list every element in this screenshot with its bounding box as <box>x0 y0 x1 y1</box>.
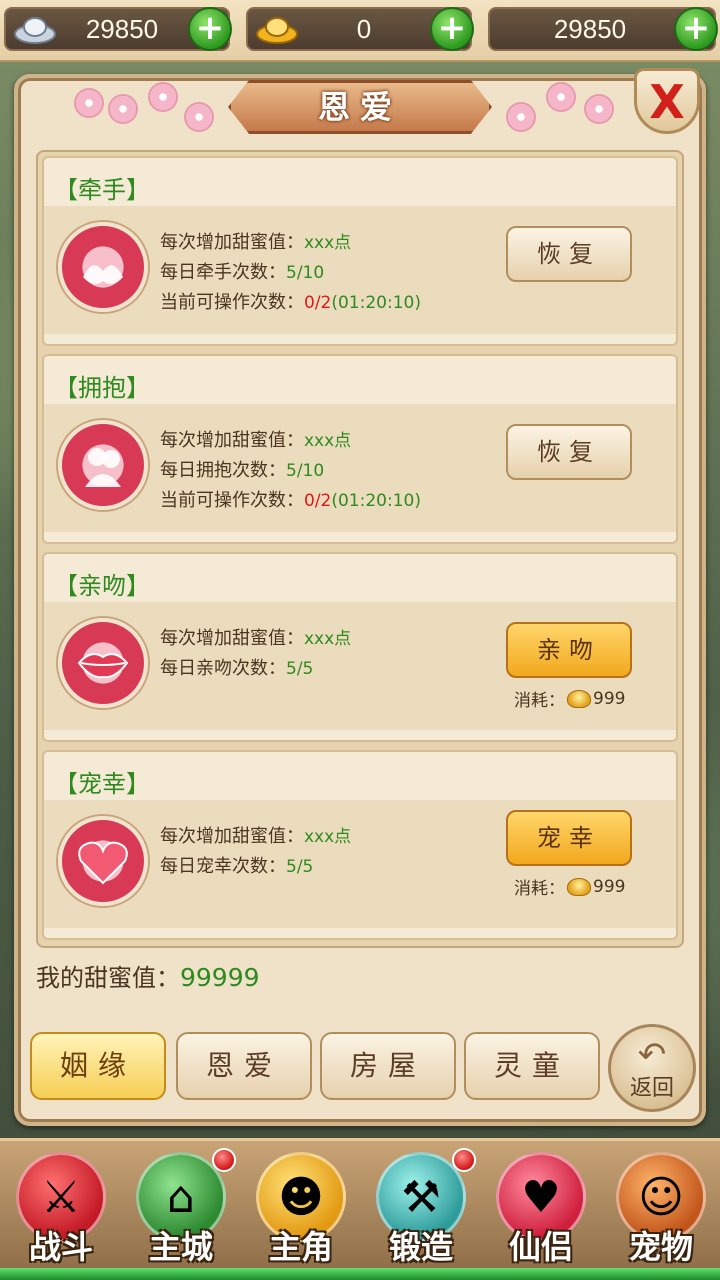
nav-forge[interactable]: ⚒ 锻造 <box>366 1146 476 1270</box>
card-heading: 【拥抱】 <box>54 374 150 402</box>
back-label: 返回 <box>629 1076 674 1101</box>
nav-hero[interactable]: ☻ 主角 <box>246 1146 356 1270</box>
tab-affection[interactable]: 恩爱 <box>176 1032 312 1100</box>
tab-house[interactable]: 房屋 <box>320 1032 456 1100</box>
sweet-gain-value: xxx点 <box>304 431 352 451</box>
gold-currency: 0 + <box>246 7 474 51</box>
nav-companion[interactable]: ♥ 仙侣 <box>486 1146 596 1270</box>
card-heading: 【牵手】 <box>54 176 150 204</box>
blossom-icon <box>110 96 136 122</box>
silver-amount: 29850 <box>85 14 159 44</box>
sweet-gain-label: 每次增加甜蜜值： <box>160 826 304 847</box>
nav-pet[interactable]: ☺ 宠物 <box>606 1146 716 1270</box>
add-silver-button[interactable]: + <box>188 7 232 51</box>
sweet-gain-value: xxx点 <box>304 827 352 847</box>
blossom-icon <box>186 104 212 130</box>
currency-bar: 29850 + 0 + 29850 + <box>0 0 720 62</box>
cost-label: 消耗： <box>514 879 565 899</box>
daily-count-label: 每日亲吻次数： <box>160 658 286 679</box>
holding-hands-icon <box>58 222 148 312</box>
heart-icon <box>58 816 148 906</box>
gold-amount: 0 <box>356 14 372 44</box>
hug-icon <box>58 420 148 510</box>
list-item-hug: 【拥抱】 每次增加甜蜜值：xxx点 每日拥抱次数：5/10 当前可操作次数：0/… <box>42 354 678 544</box>
cost-display: 消耗： 999 <box>514 686 626 712</box>
blossom-icon <box>548 84 574 110</box>
silver-ingot-icon <box>12 12 58 46</box>
nav-label: 宠物 <box>628 1228 693 1266</box>
daily-count-label: 每日牵手次数： <box>160 262 286 283</box>
daily-count-value: 5/5 <box>286 659 314 679</box>
available-count-value: 0/2 <box>304 491 332 511</box>
sweet-gain-value: xxx点 <box>304 629 352 649</box>
back-button[interactable]: ↶ 返回 <box>608 1024 696 1112</box>
list-item-favor: 【宠幸】 每次增加甜蜜值：xxx点 每日宠幸次数：5/5 宠幸 消耗： 999 <box>42 750 678 940</box>
gold-ingot-icon <box>254 12 300 46</box>
cost-label: 消耗： <box>514 691 565 711</box>
available-count-value: 0/2 <box>304 293 332 313</box>
cooldown-timer: (01:20:10) <box>331 491 421 511</box>
list-item-kiss: 【亲吻】 每次增加甜蜜值：xxx点 每日亲吻次数：5/5 亲吻 消耗： 999 <box>42 552 678 742</box>
available-count-label: 当前可操作次数： <box>160 490 304 511</box>
daily-count-value: 5/10 <box>286 461 325 481</box>
sweet-gain-label: 每次增加甜蜜值： <box>160 232 304 253</box>
card-heading: 【亲吻】 <box>54 572 150 600</box>
blossom-icon <box>508 104 534 130</box>
kiss-button[interactable]: 亲吻 <box>506 622 632 678</box>
other-currency: 29850 + <box>488 7 718 51</box>
cost-value: 999 <box>593 688 626 709</box>
list-item-hold-hands: 【牵手】 每次增加甜蜜值：xxx点 每日牵手次数：5/10 当前可操作次数：0/… <box>42 156 678 346</box>
other-amount: 29850 <box>553 14 627 44</box>
gold-ingot-icon <box>567 689 591 708</box>
daily-count-value: 5/5 <box>286 857 314 877</box>
sweet-gain-value: xxx点 <box>304 233 352 253</box>
sweet-gain-label: 每次增加甜蜜值： <box>160 628 304 649</box>
cooldown-timer: (01:20:10) <box>331 293 421 313</box>
tab-spirit-child[interactable]: 灵童 <box>464 1032 600 1100</box>
notification-dot <box>212 1148 236 1172</box>
gold-ingot-icon <box>567 877 591 896</box>
nav-label: 主城 <box>148 1228 213 1266</box>
sweetness-display: 我的甜蜜值：99999 <box>36 958 260 993</box>
experience-bar <box>0 1268 720 1280</box>
blossom-icon <box>76 90 102 116</box>
nav-label: 仙侣 <box>508 1228 573 1266</box>
silver-currency: 29850 + <box>4 7 232 51</box>
nav-main-city[interactable]: ⌂ 主城 <box>126 1146 236 1270</box>
blossom-icon <box>150 84 176 110</box>
nav-label: 锻造 <box>388 1228 453 1266</box>
restore-button[interactable]: 恢复 <box>506 424 632 480</box>
favor-button[interactable]: 宠幸 <box>506 810 632 866</box>
daily-count-value: 5/10 <box>286 263 325 283</box>
add-gold-button[interactable]: + <box>430 7 474 51</box>
back-arrow-icon: ↶ <box>637 1035 667 1075</box>
notification-dot <box>452 1148 476 1172</box>
add-other-button[interactable]: + <box>674 7 718 51</box>
nav-label: 战斗 <box>28 1228 93 1266</box>
blossom-icon <box>586 96 612 122</box>
card-heading: 【宠幸】 <box>54 770 150 798</box>
nav-label: 主角 <box>268 1228 333 1266</box>
tab-marriage[interactable]: 姻缘 <box>30 1032 166 1100</box>
restore-button[interactable]: 恢复 <box>506 226 632 282</box>
sweetness-label: 我的甜蜜值： <box>36 964 180 992</box>
sweet-gain-label: 每次增加甜蜜值： <box>160 430 304 451</box>
nav-battle[interactable]: ⚔ 战斗 <box>6 1146 116 1270</box>
close-button[interactable]: X <box>634 68 700 134</box>
lips-icon <box>58 618 148 708</box>
cost-value: 999 <box>593 876 626 897</box>
daily-count-label: 每日拥抱次数： <box>160 460 286 481</box>
daily-count-label: 每日宠幸次数： <box>160 856 286 877</box>
sweetness-value: 99999 <box>180 963 260 992</box>
available-count-label: 当前可操作次数： <box>160 292 304 313</box>
cost-display: 消耗： 999 <box>514 874 626 900</box>
panel-title: 恩爱 <box>317 88 402 126</box>
